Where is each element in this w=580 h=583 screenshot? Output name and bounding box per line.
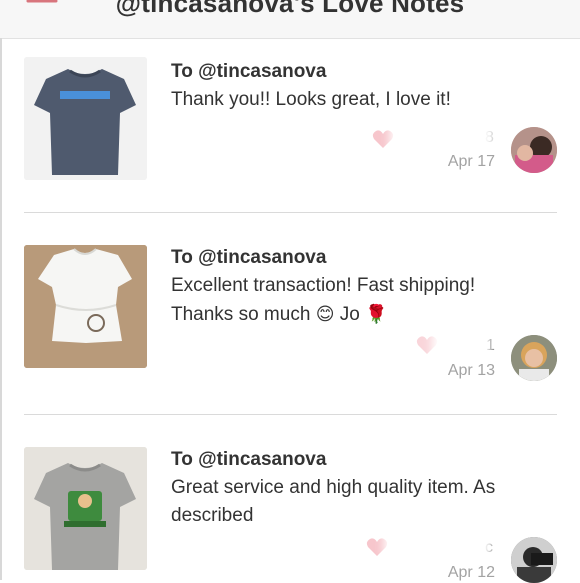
note-recipient: To @tincasanova bbox=[171, 247, 327, 268]
listing-thumbnail[interactable] bbox=[24, 245, 147, 368]
note-divider bbox=[24, 414, 557, 415]
wrap-top-image bbox=[24, 245, 147, 368]
note-date: Apr 12 bbox=[447, 564, 495, 581]
page-edge bbox=[0, 38, 2, 580]
user-avatar[interactable] bbox=[511, 127, 557, 173]
heart-icon bbox=[366, 538, 388, 556]
love-note: To @tincasanova Thank you!! Looks great,… bbox=[24, 57, 557, 187]
listing-thumbnail[interactable] bbox=[24, 447, 147, 570]
heart-icon bbox=[372, 130, 394, 148]
user-avatar[interactable] bbox=[511, 537, 557, 583]
rose-emoji: 🌹 bbox=[365, 304, 388, 324]
note-recipient: To @tincasanova bbox=[171, 61, 327, 82]
sender-username[interactable]: 8 bbox=[485, 129, 494, 147]
tshirt-image bbox=[24, 57, 147, 180]
heart-icon bbox=[416, 336, 438, 354]
listing-thumbnail[interactable] bbox=[24, 57, 147, 180]
redacted-username bbox=[398, 121, 484, 155]
love-note: To @tincasanova Great service and high q… bbox=[24, 447, 557, 583]
note-message: Thank you!! Looks great, I love it! bbox=[171, 89, 451, 110]
sender-username[interactable]: 1 bbox=[486, 337, 495, 355]
redacted-username bbox=[392, 525, 484, 559]
note-signature: Jo bbox=[339, 304, 360, 325]
redacted-username bbox=[440, 329, 484, 363]
note-divider bbox=[24, 212, 557, 213]
page-title: @tincasanova's Love Notes bbox=[115, 0, 465, 18]
page-header: @tincasanova's Love Notes bbox=[0, 0, 580, 39]
note-message: Excellent transaction! Fast shipping! Th… bbox=[171, 272, 531, 329]
sender-username[interactable]: c bbox=[485, 539, 493, 557]
user-avatar[interactable] bbox=[511, 335, 557, 381]
note-date: Apr 17 bbox=[447, 153, 495, 170]
note-recipient: To @tincasanova bbox=[171, 449, 327, 470]
note-message: Great service and high quality item. As … bbox=[171, 477, 496, 526]
tshirt-image bbox=[24, 447, 147, 570]
smile-emoji: 😊 bbox=[315, 304, 335, 324]
note-date: Apr 13 bbox=[447, 362, 495, 379]
love-note: To @tincasanova Excellent transaction! F… bbox=[24, 245, 557, 385]
